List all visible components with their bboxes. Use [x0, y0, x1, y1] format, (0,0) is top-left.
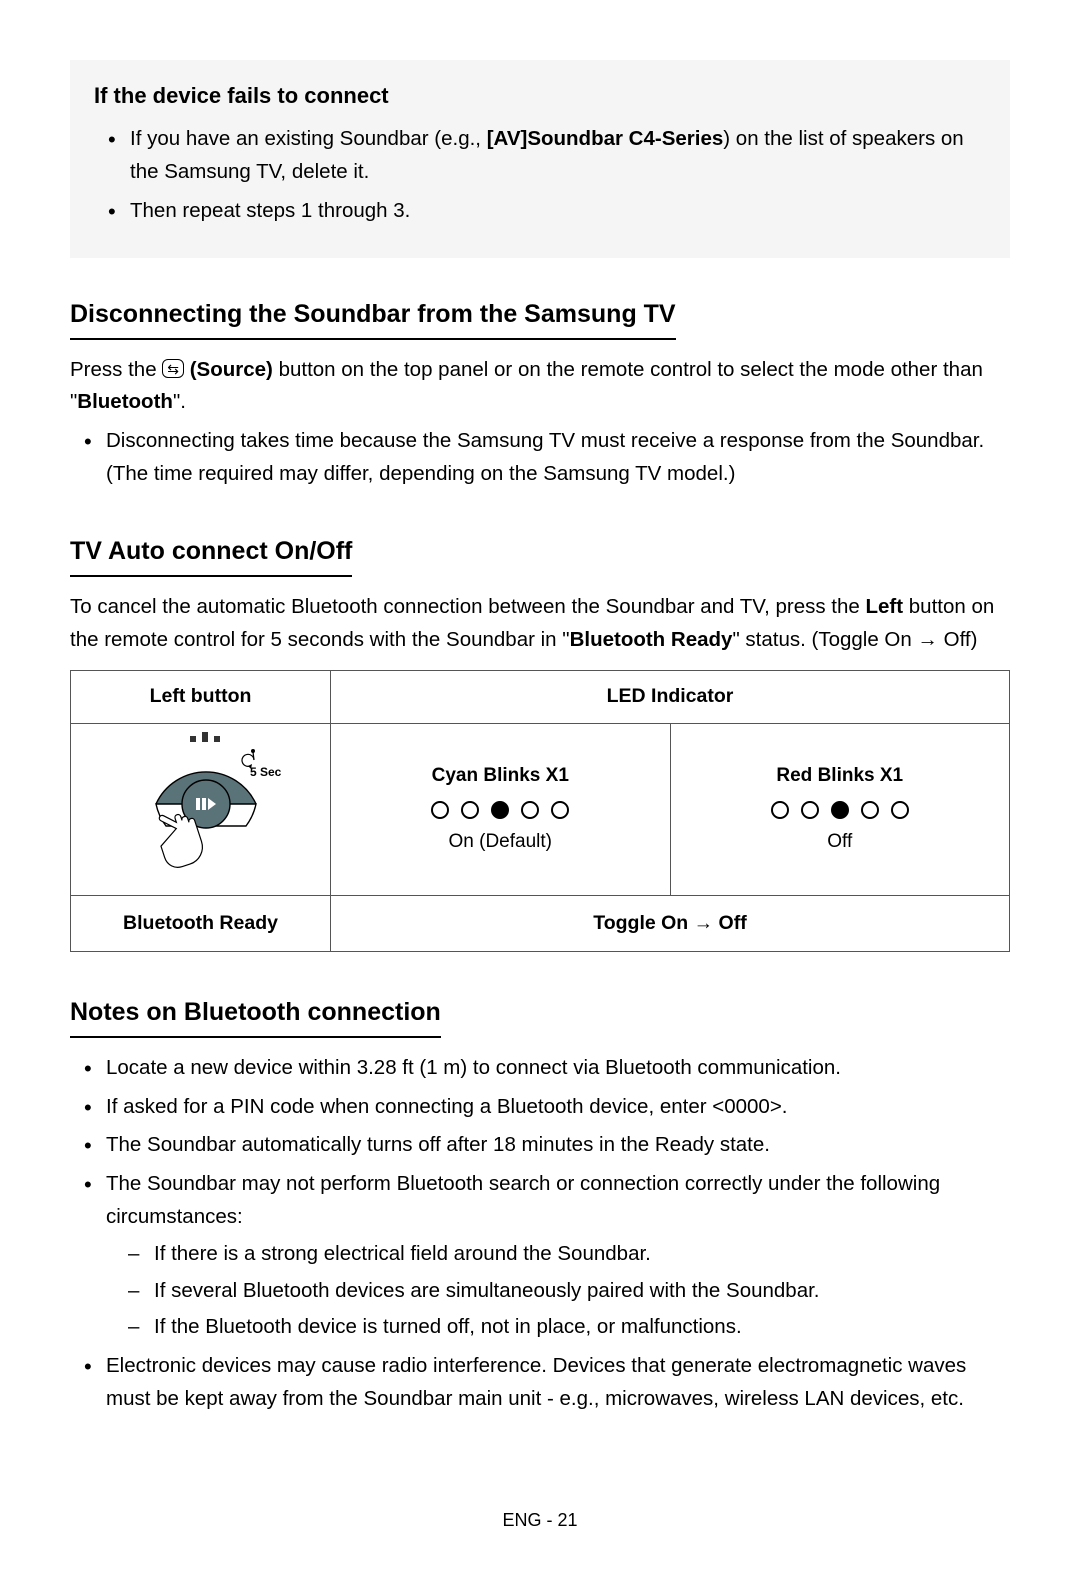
led-dot-icon	[521, 801, 539, 819]
disconnect-list: Disconnecting takes time because the Sam…	[70, 425, 1010, 491]
list-item: Locate a new device within 3.28 ft (1 m)…	[84, 1052, 1010, 1085]
red-blink-label: Red Blinks X1	[681, 761, 1000, 791]
led-table: Left button LED Indicator	[70, 670, 1010, 951]
sub-list: If there is a strong electrical field ar…	[106, 1238, 1010, 1344]
bold-text: [AV]Soundbar C4-Series	[487, 127, 724, 150]
list-item: If you have an existing Soundbar (e.g., …	[108, 123, 986, 189]
led-indicator-row	[681, 801, 1000, 819]
fails-to-connect-box: If the device fails to connect If you ha…	[70, 60, 1010, 258]
led-dot-icon	[801, 801, 819, 819]
text: Press the	[70, 358, 162, 381]
red-blink-cell: Red Blinks X1 Off	[670, 723, 1010, 895]
list-item: Then repeat steps 1 through 3.	[108, 195, 986, 228]
led-dot-icon	[461, 801, 479, 819]
bold-text: Bluetooth	[77, 390, 173, 413]
bold-text: Left	[866, 595, 904, 618]
cyan-blink-cell: Cyan Blinks X1 On (Default)	[331, 723, 671, 895]
list-item: Electronic devices may cause radio inter…	[84, 1350, 1010, 1416]
text: The Soundbar may not perform Bluetooth s…	[106, 1172, 940, 1228]
led-dot-icon	[551, 801, 569, 819]
led-dot-icon	[861, 801, 879, 819]
bold-text: (Source)	[190, 358, 273, 381]
section-heading: Disconnecting the Soundbar from the Sams…	[70, 294, 676, 340]
led-dot-icon	[771, 801, 789, 819]
disconnect-section: Disconnecting the Soundbar from the Sams…	[70, 288, 1010, 491]
auto-connect-section: TV Auto connect On/Off To cancel the aut…	[70, 525, 1010, 952]
text: If you have an existing Soundbar (e.g.,	[130, 127, 487, 150]
notes-section: Notes on Bluetooth connection Locate a n…	[70, 986, 1010, 1416]
section-heading: TV Auto connect On/Off	[70, 531, 352, 577]
red-sub-label: Off	[681, 827, 1000, 857]
list-item: The Soundbar automatically turns off aft…	[84, 1129, 1010, 1162]
fails-list: If you have an existing Soundbar (e.g., …	[94, 123, 986, 227]
remote-diagram-cell: 5 Sec	[71, 723, 331, 895]
list-item: If asked for a PIN code when connecting …	[84, 1091, 1010, 1124]
led-dot-icon	[891, 801, 909, 819]
led-dot-icon	[431, 801, 449, 819]
notes-list: Locate a new device within 3.28 ft (1 m)…	[70, 1052, 1010, 1416]
list-item: If there is a strong electrical field ar…	[128, 1238, 1010, 1271]
bold-text: Bluetooth Ready	[570, 628, 733, 651]
text: " status. (Toggle On → Off)	[732, 628, 977, 651]
led-dot-filled-icon	[831, 801, 849, 819]
auto-connect-para: To cancel the automatic Bluetooth connec…	[70, 591, 1010, 657]
box-title: If the device fails to connect	[94, 78, 986, 113]
table-header-led: LED Indicator	[331, 671, 1010, 723]
source-icon: ⇆	[162, 359, 184, 378]
remote-left-button-icon: 5 Sec	[116, 726, 286, 881]
cyan-blink-label: Cyan Blinks X1	[341, 761, 660, 791]
led-indicator-row	[341, 801, 660, 819]
page-footer: ENG - 21	[70, 1506, 1010, 1535]
list-item: If the Bluetooth device is turned off, n…	[128, 1311, 1010, 1344]
status-right-cell: Toggle On → Off	[331, 895, 1010, 951]
cyan-sub-label: On (Default)	[341, 827, 660, 857]
disconnect-para: Press the ⇆ (Source) button on the top p…	[70, 354, 1010, 420]
list-item: The Soundbar may not perform Bluetooth s…	[84, 1168, 1010, 1344]
status-left-cell: Bluetooth Ready	[71, 895, 331, 951]
section-heading: Notes on Bluetooth connection	[70, 992, 441, 1038]
led-dot-filled-icon	[491, 801, 509, 819]
list-item: Disconnecting takes time because the Sam…	[84, 425, 1010, 491]
table-header-left: Left button	[71, 671, 331, 723]
text: To cancel the automatic Bluetooth connec…	[70, 595, 866, 618]
text: ".	[173, 390, 186, 413]
svg-text:5 Sec: 5 Sec	[250, 765, 282, 779]
list-item: If several Bluetooth devices are simulta…	[128, 1275, 1010, 1308]
